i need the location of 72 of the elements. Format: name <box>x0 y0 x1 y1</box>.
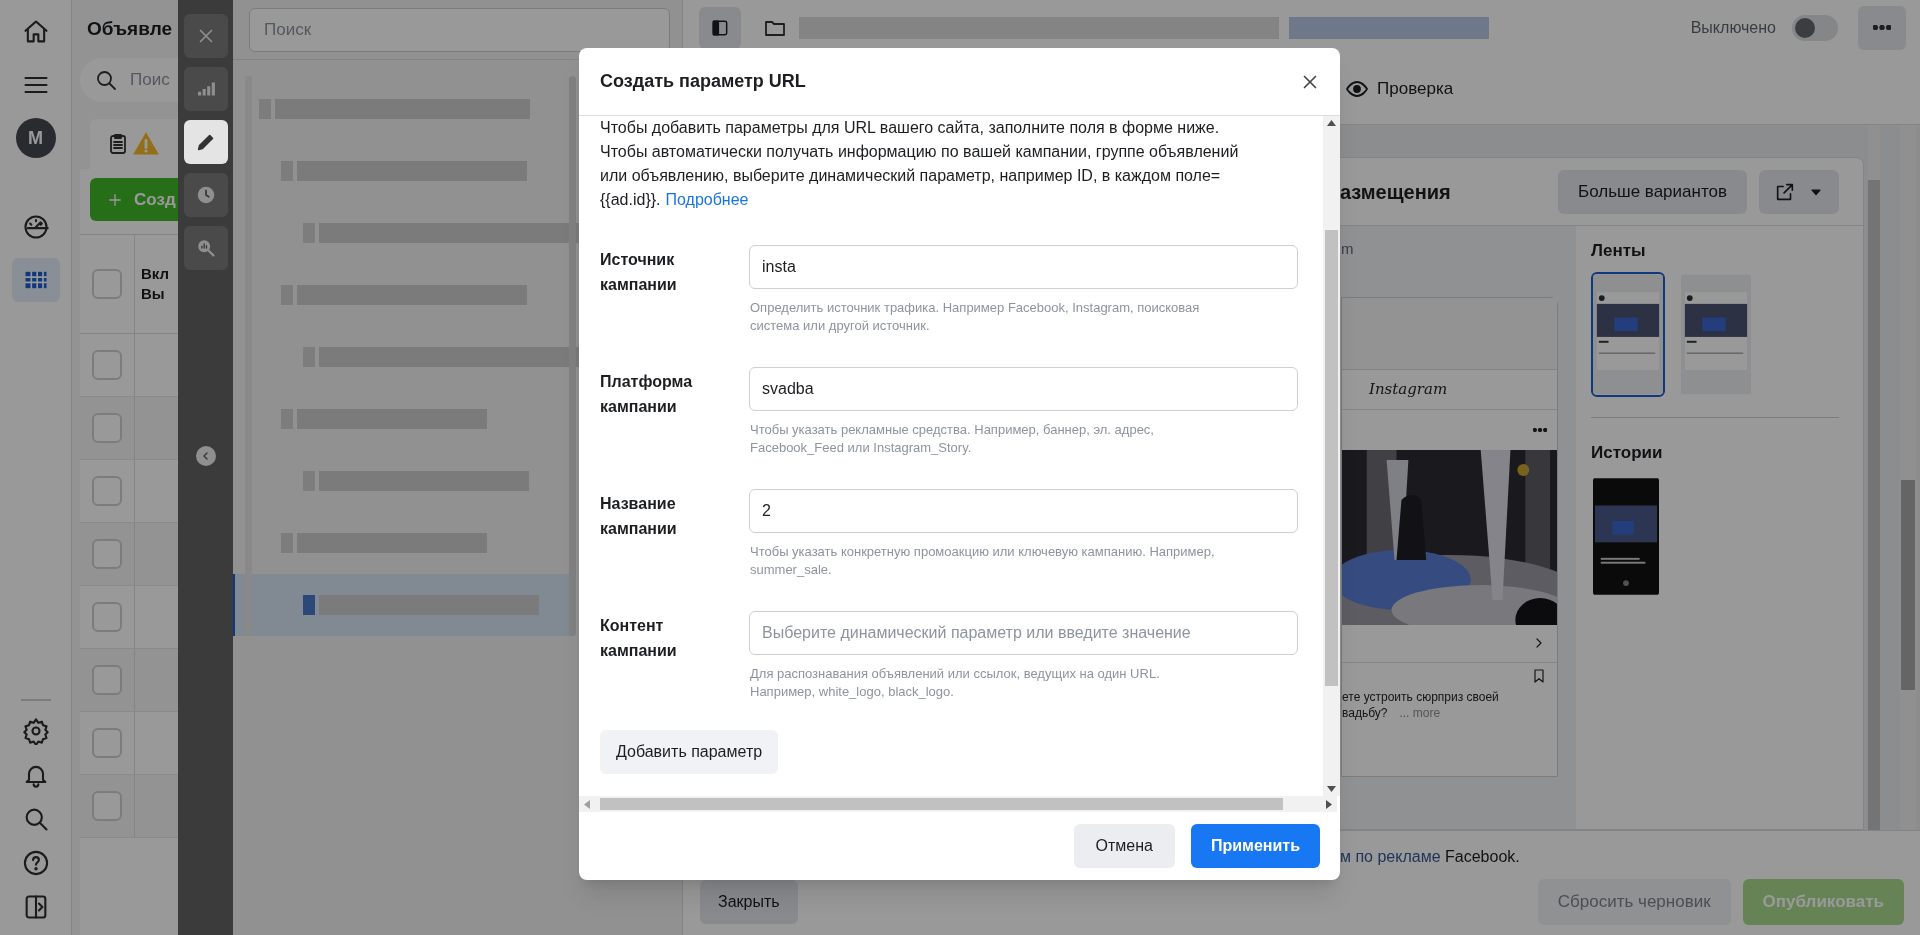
caption-text: ете устроить сюрприз своей <box>1342 688 1500 705</box>
app-logo: Instagram <box>1369 378 1448 400</box>
search-field[interactable]: Поиск <box>249 7 670 52</box>
gauge-icon <box>21 213 50 241</box>
scrollbar[interactable] <box>569 76 576 636</box>
collapse-button[interactable] <box>195 446 216 466</box>
more-options-button[interactable]: Больше вариантов <box>1558 169 1747 214</box>
feed-thumbnail[interactable] <box>1591 271 1665 397</box>
warning-icon <box>132 130 160 158</box>
link[interactable]: Подробнее <box>665 191 749 208</box>
search-icon <box>94 68 118 92</box>
help-icon <box>21 849 50 877</box>
link[interactable]: м по рекламе <box>1340 848 1441 865</box>
intro-text: Чтобы добавить параметры для URL вашего сайта, заполните поля в форме ниже. Чтобы автоматически получать информацию по вашей кампании, группе объявлений или объявлению, выберите динамический параметр, например ID, в каждом поле= {{ad.id}}. Подробнее <box>600 118 1240 210</box>
hint-text: Для распознавания объявлений или ссылок, ведущих на один URL. Например, white_logo, black_logo. <box>749 665 1161 701</box>
bookmark-icon <box>1531 667 1547 684</box>
checkbox[interactable] <box>92 602 122 632</box>
field-label: Платформа кампании <box>600 372 694 417</box>
more-icon <box>1533 427 1547 432</box>
hint-text: Чтобы указать конкретную промоакцию или ключевую кампанию. Например, summer_sale. <box>749 543 1216 579</box>
caption-text: вадьбу? <box>1342 704 1388 721</box>
field-label: Источник кампании <box>600 250 678 295</box>
search-field[interactable]: Поис <box>80 58 178 102</box>
nav-button[interactable] <box>11 258 60 302</box>
dialog-title: Создать параметр URL <box>600 70 806 93</box>
apply-button[interactable]: Применить <box>1191 824 1320 868</box>
checkbox[interactable] <box>92 665 122 695</box>
more-button[interactable] <box>1858 5 1906 50</box>
tab[interactable]: Проверка <box>1345 55 1454 124</box>
scrollbar[interactable] <box>579 796 1337 812</box>
status-label: Выключено <box>1690 17 1776 38</box>
field-label: Название кампании <box>600 494 678 539</box>
hint-text: Чтобы указать рекламные средства. Например, баннер, эл. адрес, Facebook_Feed или Instagram_Story. <box>749 421 1155 457</box>
input-field[interactable]: 2 <box>749 489 1298 533</box>
share-button[interactable] <box>1759 169 1839 214</box>
input-field[interactable]: Выберите динамический параметр или введите значение <box>749 611 1298 655</box>
input-field[interactable]: svadba <box>749 367 1298 411</box>
checkbox[interactable] <box>92 476 122 506</box>
column-header: Вкл <box>141 264 170 284</box>
card-title: азмещения <box>1340 179 1451 205</box>
scrollbar[interactable] <box>1900 125 1916 830</box>
checkbox[interactable] <box>92 413 122 443</box>
more-icon <box>1873 25 1891 30</box>
cancel-button[interactable]: Отмена <box>1073 824 1175 868</box>
checkbox[interactable] <box>92 350 122 380</box>
more-link[interactable]: ... more <box>1399 704 1441 721</box>
notice-text: м по рекламе Facebook. <box>1340 847 1521 867</box>
tool-button[interactable] <box>183 120 228 164</box>
checkbox[interactable] <box>92 269 122 299</box>
scrollbar[interactable] <box>1323 116 1340 796</box>
add-parameter-button[interactable]: Добавить параметр <box>600 730 779 774</box>
section-title: Ленты <box>1591 240 1647 262</box>
arrow-down-icon[interactable] <box>1327 786 1336 792</box>
story-thumbnail[interactable] <box>1591 475 1661 598</box>
arrow-left-icon[interactable] <box>584 800 590 809</box>
checkbox[interactable] <box>92 791 122 821</box>
settings-icon <box>21 717 50 745</box>
field-label: Контент кампании <box>600 616 678 661</box>
close-button[interactable]: Закрыть <box>700 880 798 924</box>
checkbox[interactable] <box>92 539 122 569</box>
arrow-right-icon[interactable] <box>1326 800 1332 809</box>
sidebar-toggle-button[interactable] <box>699 6 741 49</box>
input-field[interactable]: insta <box>749 245 1298 289</box>
checkbox[interactable] <box>92 728 122 758</box>
column-header: Вы <box>141 284 166 304</box>
toggle-switch[interactable] <box>1792 14 1838 41</box>
page-title: Объявле <box>87 16 173 41</box>
scrollbar[interactable] <box>1868 125 1880 830</box>
hint-text: Определить источник трафика. Например Facebook, Instagram, поисковая система или другой источник. <box>749 299 1201 335</box>
note-text: m <box>1341 239 1355 259</box>
section-title: Истории <box>1591 441 1664 464</box>
arrow-up-icon[interactable] <box>1327 120 1336 126</box>
